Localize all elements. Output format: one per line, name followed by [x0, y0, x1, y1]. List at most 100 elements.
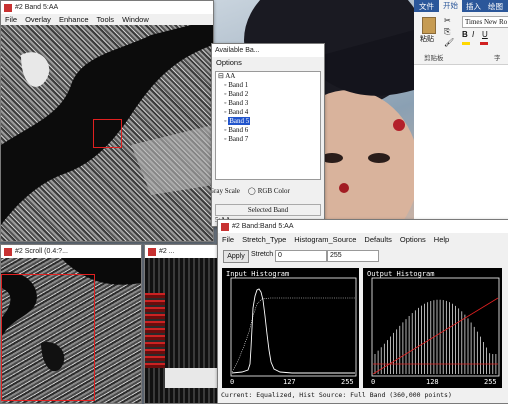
stretch-min-input[interactable]: 0 [275, 250, 327, 262]
menu-enhance[interactable]: Enhance [55, 15, 93, 24]
band-item-label: Band 1 [228, 81, 249, 89]
highlight-icon[interactable] [462, 42, 470, 45]
app-icon [4, 3, 12, 12]
menu-options[interactable]: Options [212, 58, 246, 67]
word-window: 文件 开始 插入 绘图 粘贴 ✂ ⎘ 🖌 Times New Ro B I U … [414, 0, 508, 220]
zoom-app-icon [148, 247, 156, 256]
output-stretch-line [372, 297, 499, 375]
scroll-view-box[interactable] [1, 274, 95, 401]
rgb-color-label: RGB Color [257, 187, 290, 195]
gray-scale-option[interactable]: Gray Scale [212, 187, 240, 195]
scroll-satellite-image[interactable] [1, 258, 141, 403]
word-tab-bar: 文件 开始 插入 绘图 [414, 0, 508, 12]
input-tick-mid: 127 [283, 378, 296, 386]
tree-root-label: AA [225, 72, 236, 80]
band-item-label: Band 6 [228, 126, 249, 134]
main-image-window: #2 Band 5:AA File Overlay Enhance Tools … [0, 0, 214, 242]
menu-tools[interactable]: Tools [93, 15, 119, 24]
main-window-title: #2 Band 5:AA [15, 4, 59, 11]
hmenu-stretch-type[interactable]: Stretch_Type [238, 235, 290, 244]
band-item[interactable]: ◦ Band 5 [216, 117, 320, 126]
scroll-title: #2 Scroll (0.4:?... [15, 248, 68, 255]
band-item[interactable]: ◦ Band 7 [216, 135, 320, 144]
clipboard-group-label: 剪贴板 [424, 55, 444, 62]
histogram-status-bar: Current: Equalized, Hist Source: Full Ba… [221, 391, 452, 399]
hmenu-options[interactable]: Options [396, 235, 430, 244]
zoom-box[interactable] [93, 119, 122, 148]
paste-label: 粘贴 [420, 36, 434, 43]
format-painter-icon[interactable]: 🖌 [444, 38, 454, 47]
zoom-window: #2 ... [144, 244, 220, 404]
zoom-titlebar[interactable]: #2 ... [145, 245, 219, 258]
hmenu-file[interactable]: File [218, 235, 238, 244]
main-menubar: File Overlay Enhance Tools Window [1, 14, 213, 25]
input-histogram-panel[interactable]: Input Histogram 0 127 255 [222, 268, 359, 388]
band-item[interactable]: ◦ Band 3 [216, 99, 320, 108]
stretch-controls: Apply Stretch 0 255 [218, 249, 508, 263]
bold-button[interactable]: B [462, 30, 468, 39]
stretch-label: Stretch [251, 251, 274, 258]
satellite-image-band5[interactable] [1, 25, 213, 241]
font-name-box[interactable]: Times New Ro [462, 16, 508, 28]
output-tick-max: 255 [484, 378, 497, 386]
selected-band-label: Selected Band [215, 204, 321, 216]
underline-button[interactable]: U [482, 30, 488, 39]
histogram-menubar: File Stretch_Type Histogram_Source Defau… [218, 233, 508, 246]
word-tab-file[interactable]: 文件 [414, 1, 439, 12]
italic-button[interactable]: I [472, 30, 474, 39]
output-tick-mid: 128 [426, 378, 439, 386]
band-tree: ⊟ AA ◦ Band 1 ◦ Band 2 ◦ Band 3 ◦ Band 4 ◦ B… [215, 71, 321, 180]
menu-overlay[interactable]: Overlay [21, 15, 55, 24]
scroll-titlebar[interactable]: #2 Scroll (0.4:?... [1, 245, 141, 258]
scroll-app-icon [4, 247, 12, 256]
color-mode-row: Gray Scale ◯ RGB Color [212, 185, 324, 197]
word-tab-insert[interactable]: 插入 [462, 1, 485, 12]
bands-menubar: Options [212, 57, 324, 68]
word-ribbon: 粘贴 ✂ ⎘ 🖌 Times New Ro B I U 剪贴板 字 [414, 12, 508, 65]
output-histogram-plot [371, 277, 500, 377]
tree-root[interactable]: ⊟ AA [216, 72, 320, 81]
input-tick-max: 255 [341, 378, 354, 386]
band-item[interactable]: ◦ Band 4 [216, 108, 320, 117]
word-tab-draw[interactable]: 绘图 [485, 1, 506, 12]
band-item-label: Band 2 [228, 90, 249, 98]
stretch-max-input[interactable]: 255 [327, 250, 379, 262]
zoom-white-patch [165, 368, 219, 388]
histogram-app-icon [221, 222, 229, 231]
menu-window[interactable]: Window [118, 15, 153, 24]
word-document-page[interactable] [414, 65, 508, 220]
histogram-titlebar[interactable]: #2 Band:Band 5:AA [218, 220, 508, 233]
output-histogram-panel[interactable]: Output Histogram 0 128 255 [363, 268, 502, 388]
word-tab-home[interactable]: 开始 [439, 0, 462, 12]
copy-icon[interactable]: ⎘ [444, 27, 450, 37]
bands-titlebar[interactable]: Available Ba... [212, 44, 324, 57]
input-tick-min: 0 [230, 378, 235, 386]
bands-title: Available Ba... [215, 47, 260, 54]
input-histogram-plot [230, 277, 357, 377]
band-item-label: Band 5 [228, 117, 251, 125]
histogram-window: #2 Band:Band 5:AA File Stretch_Type Hist… [217, 219, 508, 404]
hmenu-histogram-source[interactable]: Histogram_Source [290, 235, 360, 244]
hmenu-help[interactable]: Help [430, 235, 453, 244]
histogram-title: #2 Band:Band 5:AA [232, 223, 294, 230]
available-bands-window: Available Ba... Options ⊟ AA ◦ Band 1 ◦ B… [211, 43, 325, 227]
band-item-label: Band 7 [228, 135, 249, 143]
hmenu-defaults[interactable]: Defaults [360, 235, 396, 244]
band-item[interactable]: ◦ Band 2 [216, 90, 320, 99]
font-color-icon[interactable] [480, 42, 488, 45]
zoom-title: #2 ... [159, 248, 175, 255]
rgb-color-radio[interactable]: ◯ [248, 187, 256, 195]
band-item-label: Band 3 [228, 99, 249, 107]
main-window-titlebar[interactable]: #2 Band 5:AA [1, 1, 213, 14]
cut-icon[interactable]: ✂ [444, 16, 451, 25]
output-tick-min: 0 [371, 378, 376, 386]
menu-file[interactable]: File [1, 15, 21, 24]
paste-icon[interactable] [422, 17, 436, 34]
font-group-label: 字 [494, 55, 501, 62]
scroll-window: #2 Scroll (0.4:?... [0, 244, 142, 404]
zoom-satellite-image[interactable] [145, 258, 219, 403]
band-item[interactable]: ◦ Band 6 [216, 126, 320, 135]
zoom-red-area [145, 293, 165, 368]
band-item[interactable]: ◦ Band 1 [216, 81, 320, 90]
apply-button[interactable]: Apply [223, 250, 249, 263]
